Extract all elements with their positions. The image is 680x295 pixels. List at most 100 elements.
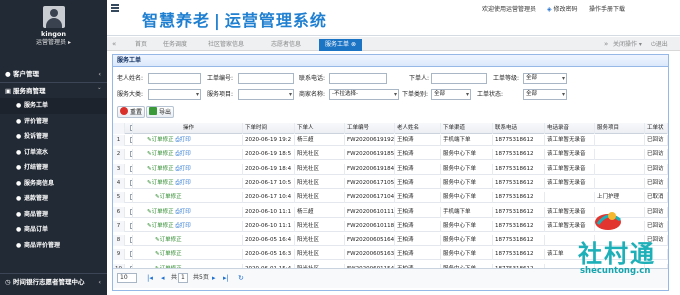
- sidebar-item-customer[interactable]: ● 客户管理 ‹: [0, 66, 107, 82]
- column-header[interactable]: 老人姓名: [395, 123, 441, 134]
- column-header[interactable]: 服务项目: [595, 123, 645, 134]
- cell-status: 已回访: [645, 163, 668, 175]
- goods-icon: ●: [16, 210, 22, 218]
- edit-order-link[interactable]: ✎订单修正: [147, 137, 174, 143]
- cell-rec: 该工单暂无录音: [545, 177, 595, 189]
- service-item-select[interactable]: [238, 89, 294, 100]
- cell-no: FW20200617105: [345, 177, 395, 189]
- sidebar-item-9[interactable]: ● 商品订单: [0, 222, 107, 238]
- edit-order-link[interactable]: ✎订单修正: [155, 237, 182, 243]
- tab-4[interactable]: 志愿者信息: [265, 39, 307, 51]
- reset-button[interactable]: 重置: [117, 106, 146, 118]
- cell-elder: 王柏涛: [395, 235, 441, 247]
- sidebar-item-10[interactable]: ● 商品评价管理: [0, 238, 107, 254]
- close-action-menu[interactable]: 关闭操作 ▾: [607, 39, 648, 51]
- refund-icon: ●: [16, 195, 22, 202]
- change-password-link[interactable]: ◈ 修改密码: [547, 4, 578, 13]
- column-header[interactable]: 联系电话: [493, 123, 545, 134]
- table-row[interactable]: 4 ✎订单修正 ⎙打印 2020-06-17 10:5 阳光社区 FW202006171…: [113, 177, 668, 189]
- column-header[interactable]: 工单编号: [345, 123, 395, 134]
- first-page-icon[interactable]: |◂: [147, 273, 153, 283]
- receiver-input[interactable]: [431, 73, 487, 84]
- sidebar-item-label: 订单流水: [24, 148, 49, 156]
- column-header[interactable]: 操作: [133, 123, 243, 134]
- sidebar-item-label: 服务工单: [24, 102, 49, 109]
- cell-time: 2020-06-19 18:4: [243, 163, 295, 175]
- search-row-1: 老人姓名: 工单编号: 联系电话: 下单人: 工单等级: 全部: [113, 71, 668, 86]
- edit-order-link[interactable]: ✎订单修正: [155, 194, 182, 200]
- column-header[interactable]: 工单状: [645, 123, 668, 134]
- cell-channel: 服务中心下单: [441, 149, 493, 161]
- status-select[interactable]: 全部: [523, 89, 567, 100]
- sidebar-item-5[interactable]: ● 打结管理: [0, 160, 107, 176]
- elder-name-input[interactable]: [148, 73, 201, 84]
- cell-status: 已回访: [645, 177, 668, 189]
- column-header[interactable]: 下单渠道: [441, 123, 493, 134]
- sidebar-item-8[interactable]: ● 商品管理: [0, 207, 107, 223]
- page-size-select[interactable]: 10: [117, 273, 137, 283]
- cell-time: 2020-06-17 10:5: [243, 177, 295, 189]
- edit-order-link[interactable]: ✎订单修正: [155, 251, 182, 257]
- print-link[interactable]: ⎙打印: [175, 223, 190, 229]
- sidebar-item-timebank[interactable]: ◷ 时间银行志愿者管理中心 ‹: [0, 273, 107, 289]
- column-header[interactable]: 下单人: [295, 123, 345, 134]
- table-row[interactable]: 2 ✎订单修正 ⎙打印 2020-06-19 18:5 阳光社区 FW202006191…: [113, 149, 668, 161]
- cell-by: 阳光社区: [295, 163, 345, 175]
- edit-order-link[interactable]: ✎订单修正: [147, 180, 174, 186]
- table-row[interactable]: 1 ✎订单修正 ⎙打印 2020-06-19 19:2 杨三超 FW2020061919…: [113, 135, 668, 146]
- avatar: [42, 6, 65, 28]
- print-link[interactable]: ⎙打印: [175, 209, 190, 215]
- menu-toggle-icon[interactable]: [111, 4, 119, 13]
- cell-phone: 18775318612: [493, 149, 545, 161]
- cell-by: 阳光社区: [295, 149, 345, 161]
- refresh-icon[interactable]: ↻: [238, 273, 244, 283]
- sidebar-item-label: 打结管理: [24, 164, 49, 171]
- column-header[interactable]: 下单时间: [243, 123, 295, 134]
- phone-input[interactable]: [329, 73, 387, 84]
- page-input[interactable]: 1: [178, 273, 188, 283]
- edit-order-link[interactable]: ✎订单修正: [147, 223, 174, 229]
- print-link[interactable]: ⎙打印: [175, 151, 190, 157]
- tab-2[interactable]: 任务调度: [157, 39, 193, 51]
- prev-page-icon[interactable]: ◂: [161, 273, 165, 283]
- source-select[interactable]: 全部: [431, 89, 471, 100]
- watermark-brand: 社村通: [578, 239, 656, 268]
- sidebar-item-6[interactable]: ● 服务商信息: [0, 176, 107, 192]
- print-link[interactable]: ⎙打印: [175, 137, 190, 143]
- order-no-input[interactable]: [238, 73, 294, 84]
- cell-channel: 服务中心下单: [441, 192, 493, 204]
- sidebar-item-4[interactable]: ● 订单流水: [0, 145, 107, 161]
- export-button[interactable]: 导出: [146, 106, 175, 118]
- tab-3[interactable]: 社区管家信息: [202, 39, 250, 51]
- tab-5[interactable]: 服务工单 ⊗: [319, 39, 363, 51]
- provider-select[interactable]: -不拉选择-: [329, 89, 399, 100]
- exit-button[interactable]: ⏻退出: [645, 39, 674, 51]
- cell-by: 阳光社区: [295, 192, 345, 204]
- edit-order-link[interactable]: ✎订单修正: [147, 166, 174, 172]
- close-tab-icon[interactable]: ⊗: [351, 41, 356, 48]
- cell-no: FW20200619184: [345, 163, 395, 175]
- table-row[interactable]: 3 ✎订单修正 ⎙打印 2020-06-19 18:4 阳光社区 FW202006191…: [113, 163, 668, 175]
- manual-download-link[interactable]: 操作手册下载: [589, 4, 625, 13]
- next-page-icon[interactable]: ▸: [212, 273, 216, 283]
- sidebar-item-2[interactable]: ● 评价管理: [0, 114, 107, 130]
- sidebar-item-3[interactable]: ● 投诉管理: [0, 129, 107, 145]
- print-link[interactable]: ⎙打印: [175, 180, 190, 186]
- tab-scroll-left-icon[interactable]: «: [112, 39, 116, 49]
- level-select[interactable]: 全部: [523, 73, 567, 84]
- column-header[interactable]: 电话录音: [545, 123, 595, 134]
- sidebar-item-1[interactable]: ● 服务工单: [0, 98, 107, 114]
- edit-order-link[interactable]: ✎订单修正: [147, 151, 174, 157]
- tab-1[interactable]: 首页: [129, 39, 153, 51]
- cell-phone: 18775318612: [493, 220, 545, 232]
- order-flow-icon: ●: [16, 148, 22, 156]
- sidebar-section-provider[interactable]: ▣ 服务商管理 ˇ: [0, 82, 107, 98]
- table-row[interactable]: 5 ✎订单修正 2020-06-17 10:4 阳光社区 FW20200617104 王柏…: [113, 192, 668, 204]
- edit-order-link[interactable]: ✎订单修正: [147, 209, 174, 215]
- user-role[interactable]: 运营管理员 ▸: [0, 39, 107, 47]
- print-link[interactable]: ⎙打印: [175, 166, 190, 172]
- category-select[interactable]: [148, 89, 201, 100]
- cell-no: FW20200610118: [345, 220, 395, 232]
- last-page-icon[interactable]: ▸|: [223, 273, 229, 283]
- sidebar-item-7[interactable]: ● 退款管理: [0, 191, 107, 207]
